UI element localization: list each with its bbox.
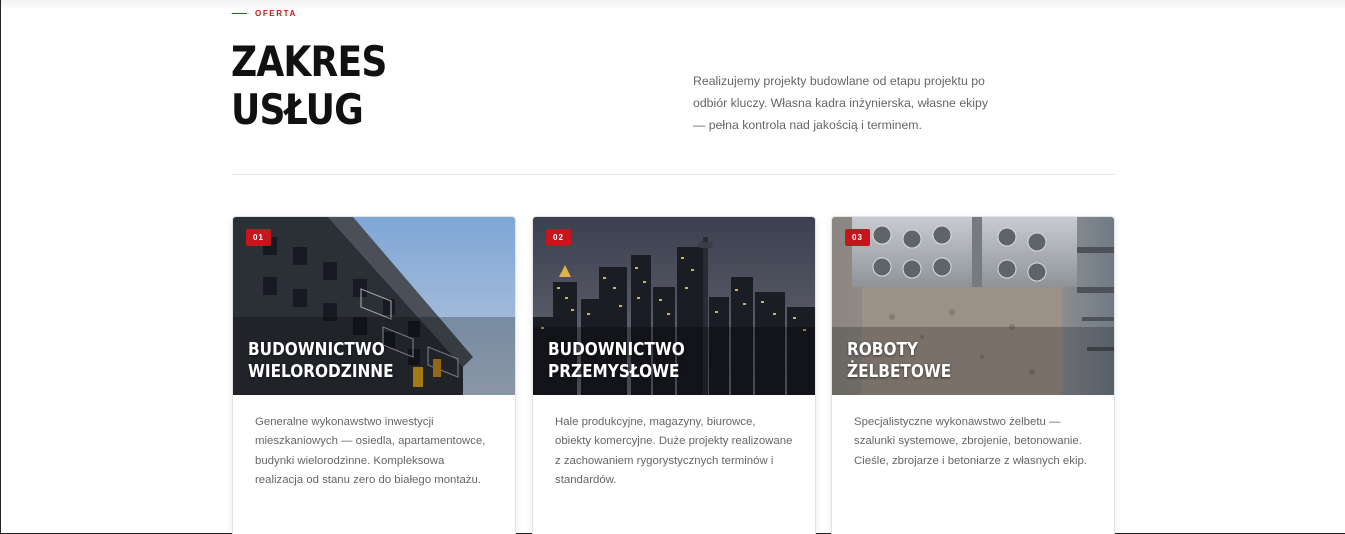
service-card-residential[interactable]: 01 BUDOWNICTWO WIELORODZINNE Generalne w… (232, 216, 516, 534)
section-title-line-2: USŁUG (231, 85, 364, 134)
section-title: ZAKRES USŁUG (231, 38, 489, 134)
card-title: BUDOWNICTWO PRZEMYSŁOWE (548, 339, 685, 383)
card-image-residential: 01 BUDOWNICTWO WIELORODZINNE (233, 217, 515, 395)
eyebrow-label: OFERTA (255, 9, 297, 18)
service-card-reinforced-concrete[interactable]: 03 ROBOTY ŻELBETOWE Specjalistyczne wyko… (831, 216, 1115, 534)
section-title-line-1: ZAKRES (231, 37, 387, 86)
card-image-industrial: 02 BUDOWNICTWO PRZEMYSŁOWE (533, 217, 815, 395)
card-title-line-1: BUDOWNICTWO (548, 339, 685, 360)
card-title-line-2: WIELORODZINNE (248, 361, 394, 382)
section-eyebrow: OFERTA (232, 9, 297, 18)
section-divider (232, 174, 1115, 175)
card-description: Specjalistyczne wykonawstwo żelbetu — sz… (854, 416, 1087, 467)
card-title: BUDOWNICTWO WIELORODZINNE (248, 339, 394, 383)
card-image-concrete: 03 ROBOTY ŻELBETOWE (832, 217, 1114, 395)
service-card-industrial[interactable]: 02 BUDOWNICTWO PRZEMYSŁOWE Hale produkcy… (532, 216, 816, 534)
card-title: ROBOTY ŻELBETOWE (847, 339, 951, 383)
eyebrow-line (232, 13, 247, 14)
card-number-badge: 01 (246, 229, 271, 246)
card-title-line-2: PRZEMYSŁOWE (548, 361, 680, 382)
card-number-badge: 02 (546, 229, 571, 246)
card-number-badge: 03 (845, 229, 870, 246)
header-shadow (0, 0, 1345, 10)
card-title-line-1: BUDOWNICTWO (248, 339, 385, 360)
section-intro: Realizujemy projekty budowlane od etapu … (693, 74, 989, 132)
card-title-line-2: ŻELBETOWE (847, 361, 952, 382)
card-description: Generalne wykonawstwo inwestycji mieszka… (255, 416, 486, 486)
page-frame-left (0, 0, 1, 534)
card-description: Hale produkcyjne, magazyny, biurowce, ob… (555, 416, 793, 486)
card-title-line-1: ROBOTY (847, 339, 918, 360)
